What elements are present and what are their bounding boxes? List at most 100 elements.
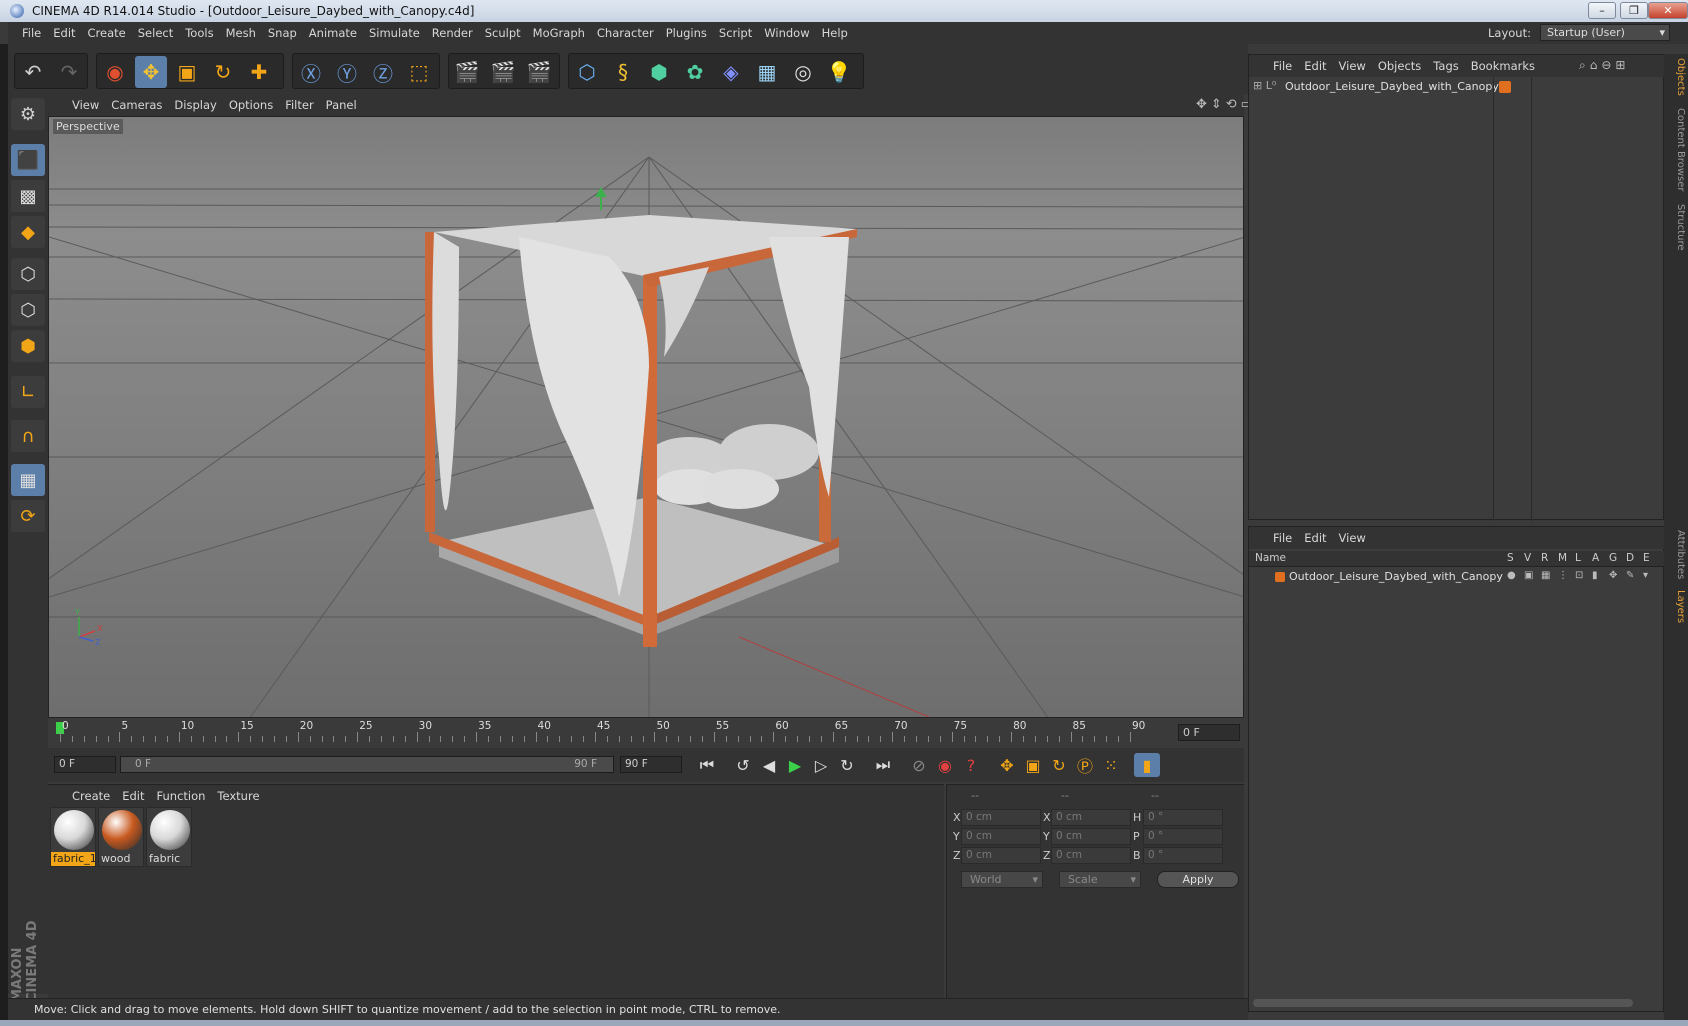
3d-viewport[interactable]: Perspective Y X Z <box>48 116 1244 718</box>
y-axis-icon[interactable]: Ⓨ <box>331 56 363 88</box>
layer-toggle-icon[interactable]: ✥ <box>1609 570 1617 581</box>
layer-toggle-icon[interactable]: ⋮ <box>1558 570 1568 581</box>
menu-render[interactable]: Render <box>426 22 479 44</box>
layer-column-s[interactable]: S <box>1507 552 1514 564</box>
size-field[interactable]: 0 cm <box>1051 847 1131 864</box>
rotation-field[interactable]: 0 ° <box>1143 809 1223 826</box>
layer-column-l[interactable]: L <box>1575 552 1581 564</box>
magnet-icon[interactable]: ∩ <box>11 420 45 452</box>
x-axis-icon[interactable]: Ⓧ <box>295 56 327 88</box>
material-menu-texture[interactable]: Texture <box>211 785 265 807</box>
material-menu-edit[interactable]: Edit <box>116 785 150 807</box>
light-icon[interactable]: 💡 <box>823 56 855 88</box>
record-icon[interactable]: ◉ <box>932 753 958 777</box>
tab-content-browser[interactable]: Content Browser <box>1666 108 1686 191</box>
menu-tools[interactable]: Tools <box>179 22 219 44</box>
auto-key-icon[interactable]: ? <box>958 753 984 777</box>
go-to-end-icon[interactable]: ⏭ <box>870 753 896 777</box>
material-menu-function[interactable]: Function <box>151 785 212 807</box>
previous-key-icon[interactable]: ↺ <box>730 753 756 777</box>
polygons-mode-icon[interactable]: ⬢ <box>11 330 45 362</box>
key-pla-icon[interactable]: ⁙ <box>1098 753 1124 777</box>
layer-menu-edit[interactable]: Edit <box>1298 527 1332 549</box>
timeline-window-icon[interactable]: ▮ <box>1134 753 1160 777</box>
lock-workplane-icon[interactable]: ⟳ <box>11 500 45 532</box>
menu-create[interactable]: Create <box>82 22 132 44</box>
layer-column-g[interactable]: G <box>1609 552 1617 564</box>
axis-mode-icon[interactable]: ∟ <box>11 376 45 408</box>
key-parameter-icon[interactable]: Ⓟ <box>1072 753 1098 777</box>
object-menu-tags[interactable]: Tags <box>1427 55 1464 77</box>
layer-column-r[interactable]: R <box>1541 552 1548 564</box>
material-swatch[interactable]: fabric_1 <box>50 807 97 867</box>
search-icon[interactable]: ⌕⌂⊖⊞ <box>1579 58 1629 73</box>
size-field[interactable]: 0 cm <box>1051 809 1131 826</box>
workplane-icon[interactable]: ◆ <box>11 216 45 248</box>
layer-toggle-icon[interactable]: ▣ <box>1524 570 1533 581</box>
snap-icon[interactable]: ▦ <box>11 464 45 496</box>
horizontal-scrollbar[interactable] <box>1253 999 1633 1007</box>
end-frame-field[interactable]: 90 F <box>620 756 682 773</box>
layout-select[interactable]: Startup (User) ▾ <box>1540 24 1670 41</box>
tab-objects[interactable]: Objects <box>1666 58 1686 96</box>
timeline-ruler[interactable]: 0 5 10 15 20 25 30 35 40 45 50 55 60 65 70 75 80 85 90 0 F <box>48 720 1244 746</box>
layer-color-icon[interactable] <box>1275 572 1285 582</box>
material-swatch[interactable]: wood <box>98 807 144 867</box>
texture-mode-icon[interactable]: ▩ <box>11 180 45 212</box>
scale-tool-icon[interactable]: ▣ <box>171 56 203 88</box>
layer-column-d[interactable]: D <box>1626 552 1634 564</box>
menu-plugins[interactable]: Plugins <box>660 22 713 44</box>
floor-icon[interactable]: ▦ <box>751 56 783 88</box>
menu-simulate[interactable]: Simulate <box>363 22 426 44</box>
apply-button[interactable]: Apply <box>1157 871 1239 888</box>
array-icon[interactable]: ✿ <box>679 56 711 88</box>
redo-icon[interactable]: ↷ <box>53 56 85 88</box>
points-mode-icon[interactable]: ⬡ <box>11 258 45 290</box>
menu-animate[interactable]: Animate <box>303 22 363 44</box>
gear-icon[interactable]: ⚙ <box>11 98 45 130</box>
menu-select[interactable]: Select <box>132 22 179 44</box>
object-menu-view[interactable]: View <box>1333 55 1372 77</box>
menu-mograph[interactable]: MoGraph <box>527 22 591 44</box>
minimize-button[interactable]: – <box>1588 2 1616 19</box>
viewport-menu-options[interactable]: Options <box>223 94 279 116</box>
layer-color-icon[interactable] <box>1499 81 1511 93</box>
viewport-menu-display[interactable]: Display <box>168 94 222 116</box>
next-key-icon[interactable]: ↻ <box>834 753 860 777</box>
position-field[interactable]: 0 cm <box>961 809 1041 826</box>
menu-script[interactable]: Script <box>713 22 758 44</box>
layer-column-v[interactable]: V <box>1524 552 1531 564</box>
camera-icon[interactable]: ◎ <box>787 56 819 88</box>
keyframe-selection-icon[interactable]: ⊘ <box>906 753 932 777</box>
layer-column-a[interactable]: A <box>1592 552 1599 564</box>
coordinate-system-icon[interactable]: ⬚ <box>403 56 435 88</box>
next-frame-icon[interactable]: ▷ <box>808 753 834 777</box>
preview-range-slider[interactable]: 0 F 90 F <box>120 756 614 773</box>
menu-edit[interactable]: Edit <box>47 22 81 44</box>
spline-icon[interactable]: § <box>607 56 639 88</box>
size-field[interactable]: 0 cm <box>1051 828 1131 845</box>
move-tool-icon[interactable]: ✥ <box>135 56 167 88</box>
model-mode-icon[interactable]: ⬛ <box>11 144 45 176</box>
layer-menu-file[interactable]: File <box>1267 527 1298 549</box>
restore-button[interactable]: ❐ <box>1620 2 1648 19</box>
menu-character[interactable]: Character <box>591 22 660 44</box>
material-swatch[interactable]: fabric <box>146 807 192 867</box>
position-field[interactable]: 0 cm <box>961 847 1041 864</box>
layer-menu-view[interactable]: View <box>1333 527 1372 549</box>
layer-toggle-icon[interactable]: ▦ <box>1541 570 1550 581</box>
recent-tool-icon[interactable]: ✚ <box>243 56 275 88</box>
tab-layers[interactable]: Layers <box>1666 590 1686 623</box>
play-icon[interactable]: ▶ <box>782 753 808 777</box>
z-axis-icon[interactable]: Ⓩ <box>367 56 399 88</box>
layer-toggle-icon[interactable]: ▾ <box>1643 570 1648 581</box>
menu-sculpt[interactable]: Sculpt <box>479 22 527 44</box>
layer-toggle-icon[interactable]: ● <box>1507 570 1516 581</box>
material-menu-create[interactable]: Create <box>66 785 116 807</box>
layer-row[interactable]: Outdoor_Leisure_Daybed_with_Canopy ● ▣ ▦ ⋮ ⊡ ▮… <box>1249 569 1665 585</box>
layer-toggle-icon[interactable]: ⊡ <box>1575 570 1583 581</box>
cube-object-icon[interactable]: ⬡ <box>571 56 603 88</box>
menu-snap[interactable]: Snap <box>262 22 303 44</box>
rotation-field[interactable]: 0 ° <box>1143 847 1223 864</box>
go-to-start-icon[interactable]: ⏮ <box>694 753 720 777</box>
